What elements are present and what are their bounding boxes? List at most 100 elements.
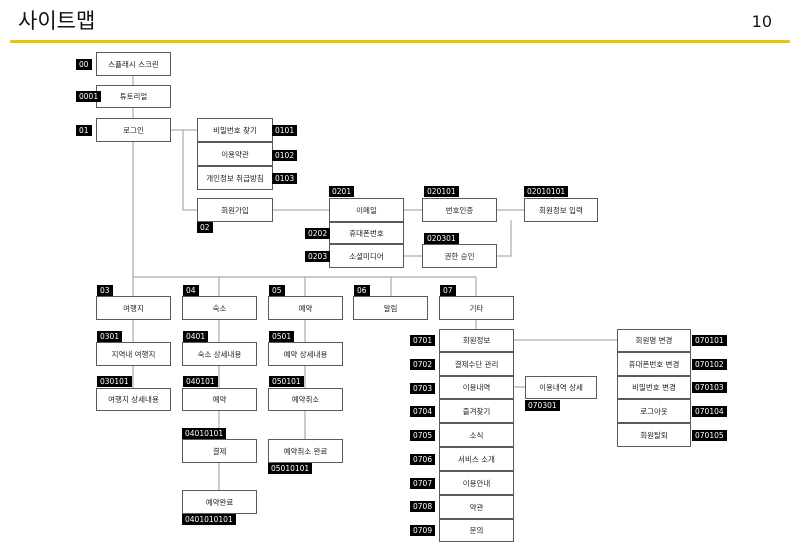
node-news[interactable]: 소식 <box>439 423 514 447</box>
code-tag-0706: 0706 <box>410 454 436 465</box>
code-tag-0101: 0101 <box>272 125 298 136</box>
node-label: 즐겨찾기 <box>462 406 491 416</box>
node-payment[interactable]: 결제 <box>182 439 257 463</box>
node-login[interactable]: 로그인 <box>96 118 171 142</box>
node-label: 기타 <box>469 303 484 313</box>
connector-permission-input <box>497 220 512 257</box>
code-tag-020101: 020101 <box>424 186 459 197</box>
node-reservation-cancel[interactable]: 예약취소 <box>268 388 343 411</box>
node-destination-detail[interactable]: 여행지 상세내용 <box>96 388 171 411</box>
node-label: 개인정보 취급방침 <box>206 173 264 183</box>
node-label: 여행지 상세내용 <box>108 395 159 404</box>
node-label: 여행지 <box>123 303 144 313</box>
node-label: 소식 <box>469 430 484 440</box>
node-terms[interactable]: 이용약관 <box>197 142 273 166</box>
code-tag-070104: 070104 <box>692 406 727 417</box>
node-policy[interactable]: 약관 <box>439 495 514 519</box>
node-lodging-reserve[interactable]: 예약 <box>182 388 257 411</box>
node-member-info-input[interactable]: 회원정보 입력 <box>524 198 598 222</box>
node-lodging[interactable]: 숙소 <box>182 296 257 320</box>
node-usage-history-detail[interactable]: 이용내역 상세 <box>525 376 597 399</box>
code-tag-0401010101: 0401010101 <box>182 514 236 525</box>
node-social-media[interactable]: 소셜미디어 <box>329 244 404 268</box>
node-inquiry[interactable]: 문의 <box>439 519 514 542</box>
node-label: 비밀번호 찾기 <box>213 125 257 135</box>
node-label: 회원정보 <box>462 336 491 345</box>
node-label: 회원명 변경 <box>635 336 673 345</box>
node-find-password[interactable]: 비밀번호 찾기 <box>197 118 273 142</box>
code-tag-0102: 0102 <box>272 150 298 161</box>
node-label: 예약완료 <box>205 497 234 507</box>
node-label: 결제 <box>212 446 227 456</box>
code-tag-050101: 050101 <box>269 376 304 387</box>
code-tag-0708: 0708 <box>410 501 436 512</box>
node-change-name[interactable]: 회원명 변경 <box>617 329 691 352</box>
node-label: 스플래시 스크린 <box>108 59 159 69</box>
node-payment-method[interactable]: 결제수단 관리 <box>439 352 514 376</box>
node-label: 휴대폰번호 <box>349 228 384 238</box>
node-withdraw[interactable]: 회원탈퇴 <box>617 423 691 447</box>
node-label: 알림 <box>383 303 398 313</box>
node-label: 지역내 여행지 <box>111 349 156 359</box>
node-permission-approval[interactable]: 권한 승인 <box>422 244 497 268</box>
node-label: 예약취소 완료 <box>283 446 328 456</box>
node-member-info[interactable]: 회원정보 <box>439 329 514 352</box>
code-tag-0301: 0301 <box>97 331 123 342</box>
code-tag-0709: 0709 <box>410 525 436 536</box>
node-logout[interactable]: 로그아웃 <box>617 399 691 423</box>
node-signup[interactable]: 회원가입 <box>197 198 273 222</box>
node-tutorial[interactable]: 튜토리얼 <box>96 85 171 108</box>
node-splash-screen[interactable]: 스플래시 스크린 <box>96 52 171 76</box>
node-label: 로그아웃 <box>640 406 668 416</box>
node-label: 비밀번호 변경 <box>632 383 676 392</box>
code-tag-0401: 0401 <box>183 331 209 342</box>
node-reservation-detail[interactable]: 예약 상세내용 <box>268 342 343 366</box>
code-tag-030101: 030101 <box>97 376 132 387</box>
node-phone-number[interactable]: 휴대폰번호 <box>329 222 404 244</box>
node-label: 권한 승인 <box>444 251 475 261</box>
node-lodging-detail[interactable]: 숙소 상세내용 <box>182 342 257 366</box>
code-tag-0201: 0201 <box>329 186 355 197</box>
code-tag-070301: 070301 <box>525 400 560 411</box>
code-tag-0704: 0704 <box>410 406 436 417</box>
node-label: 이용내역 상세 <box>539 383 583 392</box>
node-change-phone[interactable]: 휴대폰번호 변경 <box>617 352 691 376</box>
node-label: 휴대폰번호 변경 <box>628 359 680 369</box>
node-usage-history[interactable]: 이용내역 <box>439 376 514 399</box>
code-tag-0707: 0707 <box>410 478 436 489</box>
node-notification[interactable]: 알림 <box>353 296 428 320</box>
node-service-intro[interactable]: 서비스 소개 <box>439 447 514 471</box>
node-label: 회원탈퇴 <box>640 430 668 440</box>
code-tag-04010101: 04010101 <box>182 428 227 439</box>
node-label: 번호인증 <box>445 205 474 215</box>
node-label: 이용내역 <box>462 383 491 392</box>
node-favorites[interactable]: 즐겨찾기 <box>439 399 514 423</box>
code-tag-02: 02 <box>197 222 213 233</box>
code-tag-0001: 0001 <box>76 91 102 102</box>
node-label: 결제수단 관리 <box>454 359 499 369</box>
node-privacy-policy[interactable]: 개인정보 취급방침 <box>197 166 273 190</box>
node-region-destination[interactable]: 지역내 여행지 <box>96 342 171 366</box>
code-tag-0103: 0103 <box>272 173 298 184</box>
code-tag-0501: 0501 <box>269 331 295 342</box>
node-change-password[interactable]: 비밀번호 변경 <box>617 376 691 399</box>
code-tag-04: 04 <box>183 285 199 296</box>
node-label: 로그인 <box>123 125 144 135</box>
node-label: 튜토리얼 <box>119 92 148 101</box>
node-reservation-complete[interactable]: 예약완료 <box>182 490 257 514</box>
node-email[interactable]: 이메일 <box>329 198 404 222</box>
node-cancel-complete[interactable]: 예약취소 완료 <box>268 439 343 463</box>
node-destination[interactable]: 여행지 <box>96 296 171 320</box>
node-label: 회원정보 입력 <box>539 205 583 215</box>
node-reservation[interactable]: 예약 <box>268 296 343 320</box>
node-label: 약관 <box>469 502 484 512</box>
code-tag-070102: 070102 <box>692 359 727 370</box>
node-label: 회원가입 <box>221 205 249 215</box>
code-tag-01: 01 <box>76 125 92 136</box>
node-etc[interactable]: 기타 <box>439 296 514 320</box>
node-usage-guide[interactable]: 이용안내 <box>439 471 514 495</box>
code-tag-03: 03 <box>97 285 113 296</box>
node-phone-verification[interactable]: 번호인증 <box>422 198 497 222</box>
code-tag-070101: 070101 <box>692 335 727 346</box>
node-label: 예약 <box>212 395 227 404</box>
